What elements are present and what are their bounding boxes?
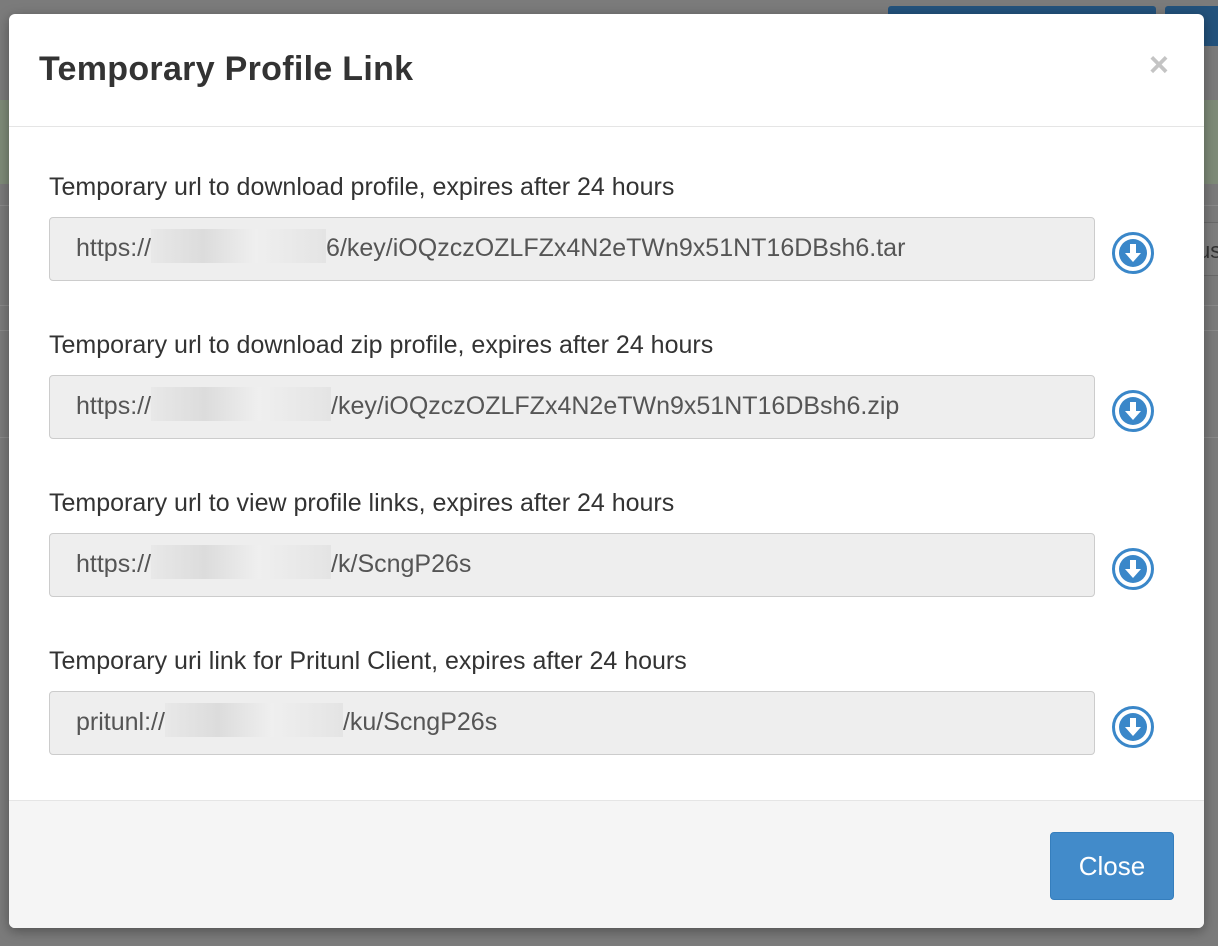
tar-url-value: https://6/key/iOQzczOZLFZx4N2eTWn9x51NT1… bbox=[76, 229, 905, 264]
download-tar-button[interactable] bbox=[1112, 232, 1154, 274]
zip-url-field[interactable]: https:///key/iOQzczOZLFZx4N2eTWn9x51NT16… bbox=[49, 375, 1095, 439]
redacted-host bbox=[164, 703, 343, 738]
download-zip-button[interactable] bbox=[1112, 390, 1154, 432]
profile-links-field[interactable]: https:///k/ScngP26s bbox=[49, 533, 1095, 597]
profile-links-label: Temporary url to view profile links, exp… bbox=[49, 489, 675, 517]
tar-url-label: Temporary url to download profile, expir… bbox=[49, 173, 675, 201]
pritunl-uri-value: pritunl:///ku/ScngP26s bbox=[76, 703, 497, 738]
zip-url-value: https:///key/iOQzczOZLFZx4N2eTWn9x51NT16… bbox=[76, 387, 899, 422]
redacted-host bbox=[151, 229, 327, 264]
open-profile-links-button[interactable] bbox=[1112, 548, 1154, 590]
modal-footer: Close bbox=[9, 800, 1204, 928]
tar-url-field[interactable]: https://6/key/iOQzczOZLFZx4N2eTWn9x51NT1… bbox=[49, 217, 1095, 281]
redacted-host bbox=[151, 387, 332, 422]
modal-header: Temporary Profile Link × bbox=[9, 14, 1204, 127]
temporary-profile-link-modal: Temporary Profile Link × Temporary url t… bbox=[9, 14, 1204, 928]
modal-title: Temporary Profile Link bbox=[39, 50, 414, 88]
close-button[interactable]: Close bbox=[1050, 832, 1174, 900]
pritunl-uri-field[interactable]: pritunl:///ku/ScngP26s bbox=[49, 691, 1095, 755]
close-icon[interactable]: × bbox=[1149, 48, 1169, 82]
profile-links-value: https:///k/ScngP26s bbox=[76, 545, 471, 580]
zip-url-label: Temporary url to download zip profile, e… bbox=[49, 331, 714, 359]
open-pritunl-uri-button[interactable] bbox=[1112, 706, 1154, 748]
pritunl-uri-label: Temporary uri link for Pritunl Client, e… bbox=[49, 647, 687, 675]
redacted-host bbox=[151, 545, 332, 580]
